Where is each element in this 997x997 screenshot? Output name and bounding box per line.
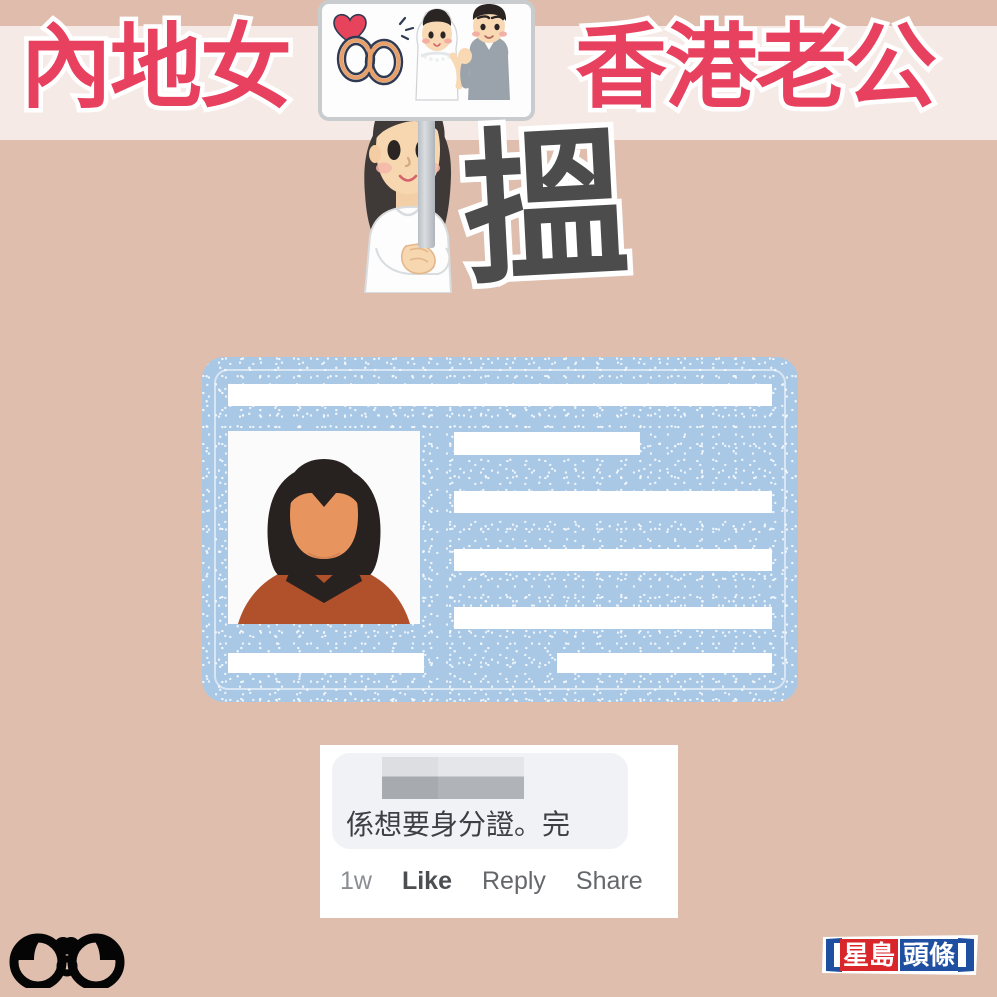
id-field-dob bbox=[454, 491, 772, 513]
id-field-header bbox=[228, 384, 772, 406]
logo-text-red: 星島 bbox=[843, 941, 895, 971]
share-button[interactable]: Share bbox=[576, 867, 643, 896]
id-field-footer-left bbox=[228, 653, 424, 673]
comment-timestamp: 1w bbox=[340, 867, 372, 895]
binoculars-icon bbox=[8, 922, 126, 991]
logo-text-blue: 頭條 bbox=[903, 941, 955, 971]
id-field-number bbox=[454, 549, 772, 571]
hong-kong-identity-card bbox=[202, 357, 798, 702]
middle-character: 搵 bbox=[453, 101, 639, 312]
like-button[interactable]: Like bbox=[402, 867, 452, 896]
id-field-footer-right bbox=[557, 653, 772, 673]
sing-tao-headline-logo: 星島 頭條 bbox=[820, 933, 980, 977]
comment-bubble: 係想要身分證。完 bbox=[332, 753, 628, 849]
redacted-username bbox=[382, 757, 524, 799]
facebook-comment-card: 係想要身分證。完 1w Like Reply Share bbox=[320, 745, 678, 918]
reply-button[interactable]: Reply bbox=[482, 867, 546, 896]
comment-actions: 1w Like Reply Share bbox=[340, 867, 670, 896]
id-card-photo bbox=[228, 431, 420, 624]
comment-text: 係想要身分證。完 bbox=[346, 808, 571, 841]
poster-stage: 內地女 香港老公 搵 係想要身分證。完 1w Like Reply Share … bbox=[0, 0, 997, 997]
bride-illustration bbox=[415, 8, 464, 101]
id-field-name bbox=[454, 432, 640, 455]
groom-illustration bbox=[458, 4, 510, 100]
headline-right: 香港老公 bbox=[570, 14, 941, 121]
headline-left: 內地女 bbox=[15, 14, 296, 121]
sign-pole bbox=[418, 118, 435, 248]
wedding-sign-board bbox=[318, 0, 535, 121]
id-field-issue-date bbox=[454, 607, 772, 629]
